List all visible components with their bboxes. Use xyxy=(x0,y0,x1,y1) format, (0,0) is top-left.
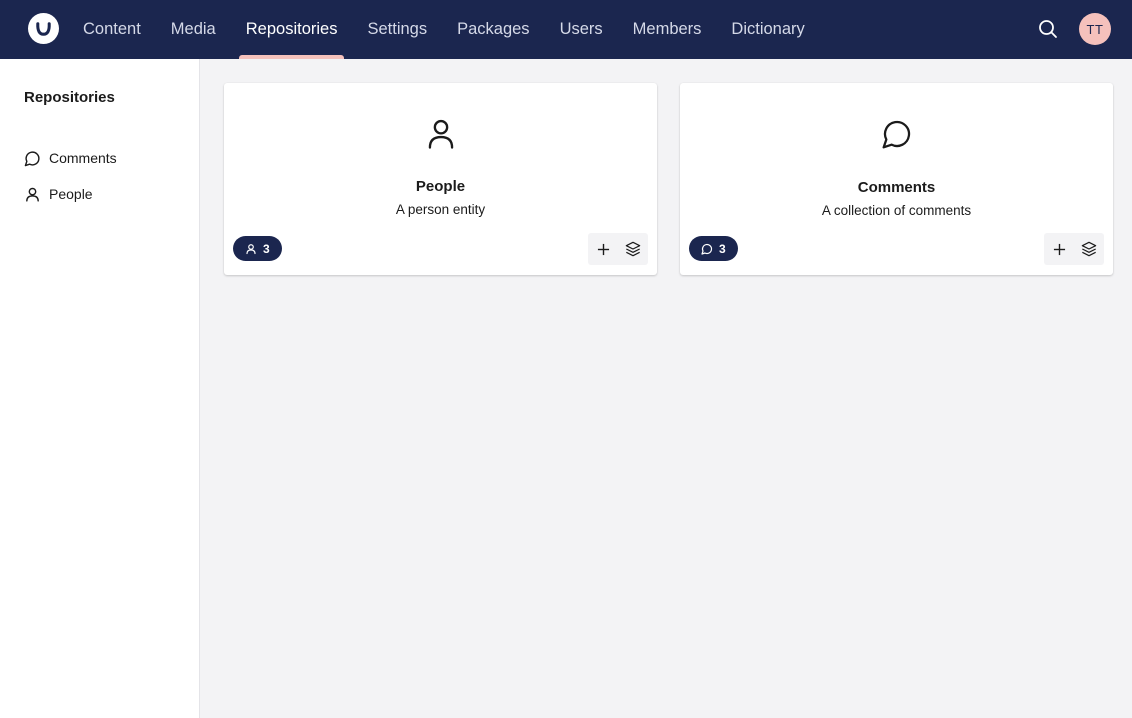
search-icon xyxy=(1039,20,1057,38)
sidebar: Repositories Comments People xyxy=(0,59,200,718)
nav-tab-users[interactable]: Users xyxy=(545,0,618,59)
main-navigation: Content Media Repositories Settings Pack… xyxy=(68,0,820,59)
collection-button[interactable] xyxy=(618,233,648,265)
sidebar-item-label: People xyxy=(49,186,93,202)
add-button[interactable] xyxy=(1044,233,1074,265)
count-value: 3 xyxy=(263,241,270,256)
user-icon xyxy=(24,186,41,203)
card-title: People xyxy=(415,178,466,195)
sidebar-item-people[interactable]: People xyxy=(24,183,93,205)
nav-tab-dictionary[interactable]: Dictionary xyxy=(716,0,819,59)
collection-button[interactable] xyxy=(1074,233,1104,265)
card-title: Comments xyxy=(857,179,936,196)
umbraco-logo-icon[interactable] xyxy=(28,13,59,44)
search-button[interactable] xyxy=(1034,15,1062,43)
count-badge: 3 xyxy=(233,236,282,261)
card-description: A person entity xyxy=(395,202,486,217)
add-button[interactable] xyxy=(588,233,618,265)
layers-icon xyxy=(1081,241,1097,257)
nav-tab-settings[interactable]: Settings xyxy=(352,0,442,59)
chat-bubble-icon xyxy=(24,150,41,167)
card-description: A collection of comments xyxy=(821,203,972,218)
layers-icon xyxy=(625,241,641,257)
nav-tab-media[interactable]: Media xyxy=(156,0,231,59)
card-actions xyxy=(588,233,648,265)
nav-tab-content[interactable]: Content xyxy=(68,0,156,59)
plus-icon xyxy=(1053,243,1065,255)
count-badge: 3 xyxy=(689,236,738,261)
user-icon xyxy=(246,243,256,254)
top-header: Content Media Repositories Settings Pack… xyxy=(0,0,1132,59)
sidebar-title: Repositories xyxy=(24,89,115,106)
user-icon xyxy=(423,116,459,152)
user-avatar[interactable]: TT xyxy=(1079,13,1111,45)
count-value: 3 xyxy=(719,241,726,256)
sidebar-item-comments[interactable]: Comments xyxy=(24,147,117,169)
card-actions xyxy=(1044,233,1104,265)
chat-bubble-icon xyxy=(701,243,713,255)
chat-bubble-icon xyxy=(879,116,915,152)
sidebar-item-label: Comments xyxy=(49,150,117,166)
nav-tab-members[interactable]: Members xyxy=(618,0,717,59)
nav-tab-repositories[interactable]: Repositories xyxy=(231,0,353,59)
nav-tab-packages[interactable]: Packages xyxy=(442,0,544,59)
repository-card-people[interactable]: People A person entity 3 xyxy=(224,83,657,275)
plus-icon xyxy=(597,243,609,255)
repository-card-comments[interactable]: Comments A collection of comments 3 xyxy=(680,83,1113,275)
